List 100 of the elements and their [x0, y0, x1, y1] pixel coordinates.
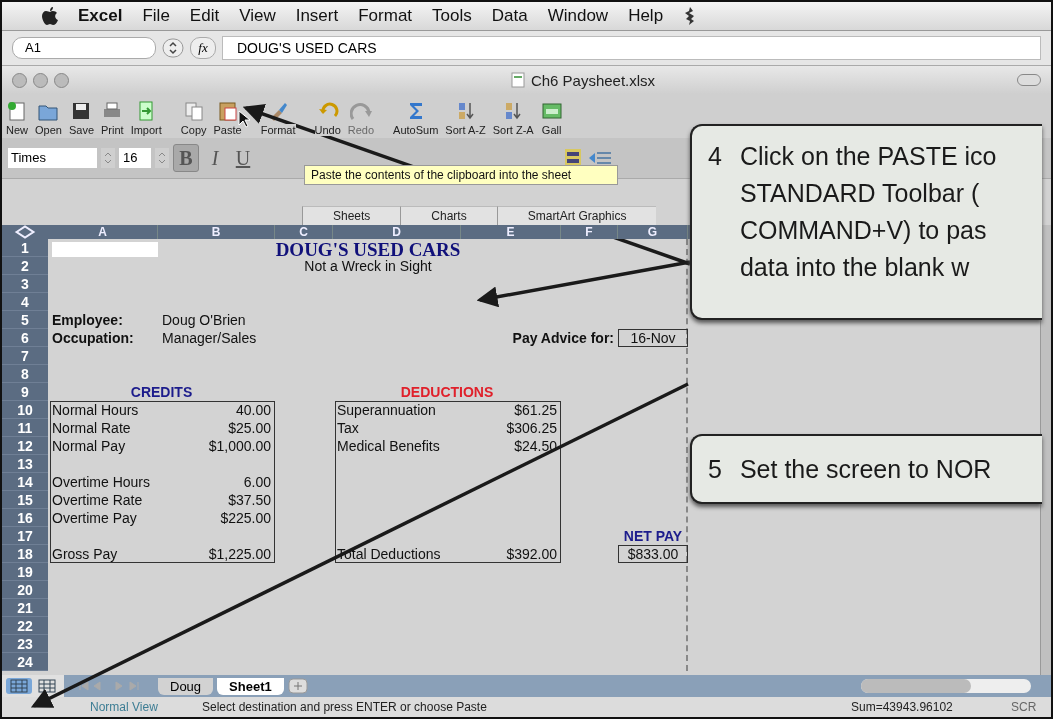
menu-item[interactable]: Edit	[189, 6, 220, 26]
toolbar-button[interactable]: Sort A-Z	[445, 100, 486, 136]
row-header[interactable]: 10	[2, 401, 48, 419]
row-header[interactable]: 19	[2, 563, 48, 581]
menu-item[interactable]: Help	[628, 6, 664, 26]
row-header[interactable]: 16	[2, 509, 48, 527]
add-sheet-icon[interactable]	[287, 678, 308, 694]
selected-cell[interactable]	[52, 242, 158, 257]
toolbar-button[interactable]: AutoSum	[393, 100, 439, 136]
table-cell-text: Normal Rate	[51, 419, 132, 437]
menu-item[interactable]: Data	[491, 6, 528, 26]
row-header[interactable]: 1	[2, 239, 48, 257]
table-cell-text: Superannuation	[336, 401, 437, 419]
row-header[interactable]: 8	[2, 365, 48, 383]
toolbar-button[interactable]: Format	[260, 100, 296, 136]
row-header[interactable]: 5	[2, 311, 48, 329]
column-header[interactable]: B	[158, 225, 275, 239]
dropdown-icon[interactable]	[155, 148, 169, 168]
column-header[interactable]: A	[48, 225, 158, 239]
row-header[interactable]: 21	[2, 599, 48, 617]
ribbon-tab[interactable]: Sheets	[302, 206, 401, 225]
table-cell-text: 6.00	[242, 473, 272, 491]
menu-item[interactable]: Format	[358, 6, 413, 26]
toolbar-button[interactable]: Sort Z-A	[492, 100, 534, 136]
table-cell-text: $37.50	[227, 491, 272, 509]
row-header[interactable]: 15	[2, 491, 48, 509]
toolbar-button[interactable]: Import	[130, 100, 162, 136]
menu-item[interactable]: Insert	[295, 6, 339, 26]
step-number: 4	[708, 141, 722, 172]
toolbar-button[interactable]: Undo	[314, 100, 341, 136]
gallery-icon	[540, 100, 563, 122]
row-header[interactable]: 23	[2, 635, 48, 653]
row-header[interactable]: 2	[2, 257, 48, 275]
row-header[interactable]: 9	[2, 383, 48, 401]
italic-button[interactable]: I	[203, 145, 227, 171]
field-label: Pay Advice for:	[511, 329, 615, 347]
new-document-icon	[6, 100, 28, 122]
toolbar-button[interactable]: Paste	[213, 100, 242, 136]
menu-item[interactable]: View	[239, 6, 276, 26]
name-box[interactable]: A1	[12, 37, 156, 59]
font-size-field[interactable]: 16	[119, 148, 151, 168]
column-header[interactable]: E	[461, 225, 561, 239]
table-cell-text: Normal Hours	[51, 401, 140, 419]
row-header[interactable]: 17	[2, 527, 48, 545]
toolbar-toggle-button[interactable]	[1017, 74, 1041, 86]
ribbon-tab[interactable]: Charts	[400, 206, 497, 225]
font-field[interactable]: Times	[8, 148, 97, 168]
row-header[interactable]: 4	[2, 293, 48, 311]
row-header[interactable]: 13	[2, 455, 48, 473]
sheet-tab[interactable]: Sheet1	[217, 677, 284, 695]
toolbar-button[interactable]: Open	[35, 100, 62, 136]
ribbon-tab[interactable]: SmartArt Graphics	[496, 206, 657, 225]
sheet-tab[interactable]: Doug	[158, 677, 214, 695]
indent-icon[interactable]	[587, 149, 613, 167]
section-heading: DEDUCTIONS	[399, 383, 495, 401]
toolbar-button[interactable]: Print	[101, 100, 124, 136]
menu-item[interactable]: File	[142, 6, 170, 26]
bold-button[interactable]: B	[173, 144, 199, 172]
table-cell-text: Normal Pay	[51, 437, 127, 455]
row-header[interactable]: 24	[2, 653, 48, 671]
redo-icon	[349, 100, 372, 122]
row-header[interactable]: 12	[2, 437, 48, 455]
menu-item[interactable]: Window	[547, 6, 609, 26]
zoom-button[interactable]	[54, 72, 69, 88]
column-header[interactable]: G	[618, 225, 688, 239]
row-header[interactable]: 18	[2, 545, 48, 563]
toolbar-button[interactable]: Save	[68, 100, 94, 136]
menu-item[interactable]: Excel	[78, 6, 123, 26]
row-header[interactable]: 22	[2, 617, 48, 635]
column-header[interactable]: D	[333, 225, 461, 239]
horizontal-scrollbar[interactable]	[861, 679, 1031, 693]
row-header[interactable]: 6	[2, 329, 48, 347]
stepper-icon[interactable]	[162, 38, 184, 58]
menu-item[interactable]: Tools	[432, 6, 472, 26]
toolbar-button[interactable]: Copy	[180, 100, 207, 136]
field-label: Employee:	[51, 311, 124, 329]
dropdown-icon[interactable]	[101, 148, 115, 168]
sheet-navigation-icon[interactable]	[78, 680, 142, 692]
toolbar-button[interactable]: New	[6, 100, 28, 136]
document-icon	[510, 72, 525, 88]
function-button[interactable]: fx	[190, 37, 216, 59]
row-header[interactable]: 3	[2, 275, 48, 293]
tooltip: Paste the contents of the clipboard into the sheet	[304, 165, 618, 185]
formula-field[interactable]: DOUG'S USED CARS	[222, 36, 1041, 60]
table-cell-text: $306.25	[505, 419, 558, 437]
underline-button[interactable]: U	[231, 145, 255, 171]
row-header[interactable]: 14	[2, 473, 48, 491]
date-cell: 16-Nov	[618, 329, 688, 347]
row-header[interactable]: 7	[2, 347, 48, 365]
row-header[interactable]: 11	[2, 419, 48, 437]
minimize-button[interactable]	[33, 72, 48, 88]
column-header[interactable]: C	[275, 225, 333, 239]
apple-icon[interactable]	[42, 7, 58, 25]
toolbar-button[interactable]: Gall	[540, 100, 563, 136]
vertical-scrollbar[interactable]	[1040, 225, 1051, 675]
column-header[interactable]: F	[561, 225, 618, 239]
table-cell-text: 40.00	[234, 401, 272, 419]
close-button[interactable]	[12, 72, 27, 88]
row-header[interactable]: 20	[2, 581, 48, 599]
normal-view-button[interactable]	[6, 678, 32, 694]
